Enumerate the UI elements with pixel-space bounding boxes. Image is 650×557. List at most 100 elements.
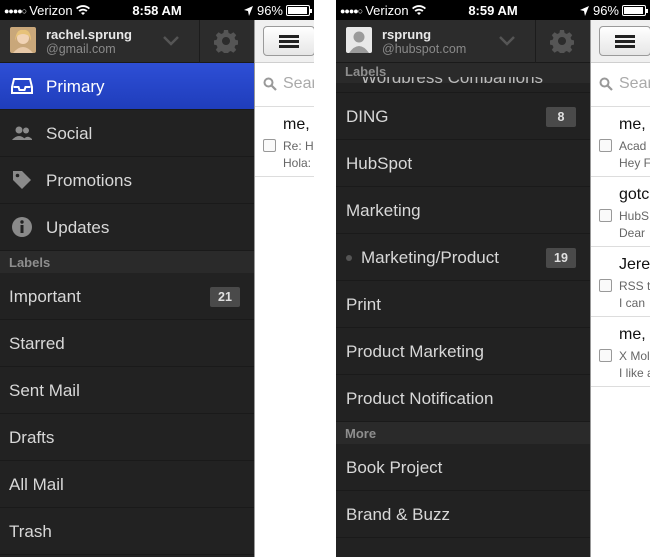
- label-item-marketing-product[interactable]: Marketing/Product 19: [336, 234, 590, 281]
- label-name: Marketing: [346, 201, 421, 220]
- battery-icon: [622, 5, 648, 16]
- labels-section-header-wrap: Wordpress Companions Labels: [336, 63, 590, 83]
- menu-item-updates[interactable]: Updates: [0, 204, 254, 251]
- menu-item-label: Social: [46, 124, 93, 143]
- search-placeholder: Sear: [619, 75, 650, 92]
- message-snippet: Dear: [619, 226, 646, 240]
- gear-icon: [214, 30, 238, 53]
- message-sender: me,: [619, 116, 646, 133]
- menu-item-label: Promotions: [46, 171, 132, 190]
- label-item-brand-buzz[interactable]: Brand & Buzz: [336, 491, 590, 538]
- battery-percent: 96%: [256, 3, 283, 18]
- more-section-header: More: [336, 422, 590, 444]
- message-checkbox[interactable]: [263, 139, 276, 152]
- label-item-all-mail[interactable]: All Mail: [0, 461, 254, 508]
- label-item-product-notification[interactable]: Product Notification: [336, 375, 590, 422]
- unread-count-badge: 8: [546, 107, 576, 127]
- message-row[interactable]: me, Re: H Hola:: [255, 107, 314, 177]
- message-snippet: I can: [619, 296, 646, 310]
- labels-section-header: Labels: [0, 251, 254, 273]
- label-item-marketing[interactable]: Marketing: [336, 187, 590, 234]
- message-subject: Acad: [619, 139, 647, 153]
- message-snippet: I like a: [619, 366, 650, 380]
- label-item-drafts[interactable]: Drafts: [0, 414, 254, 461]
- message-checkbox[interactable]: [599, 279, 612, 292]
- search-placeholder: Sear: [283, 75, 314, 92]
- message-subject: X Mol: [619, 349, 650, 363]
- label-name: Starred: [9, 334, 65, 353]
- label-item-product-marketing[interactable]: Product Marketing: [336, 328, 590, 375]
- message-sender: Jere: [619, 256, 650, 273]
- label-item-starred[interactable]: Starred: [0, 320, 254, 367]
- message-checkbox[interactable]: [599, 209, 612, 222]
- message-checkbox[interactable]: [599, 139, 612, 152]
- status-bar: ●●●●○ Verizon 8:59 AM 96%: [336, 0, 650, 20]
- unread-count-badge: 21: [210, 287, 240, 307]
- avatar: [346, 27, 372, 53]
- avatar: [10, 27, 36, 53]
- hamburger-icon-bar: [279, 40, 299, 43]
- left-phone-screen: ●●●●○ Verizon 8:58 AM 96% rachel.sprung @…: [0, 0, 314, 557]
- label-name: HubSpot: [346, 154, 413, 173]
- label-item-sent-mail[interactable]: Sent Mail: [0, 367, 254, 414]
- inbox-toolbar: [255, 20, 314, 63]
- label-item-ding[interactable]: DING 8: [336, 93, 590, 140]
- account-email: @hubspot.com: [382, 42, 467, 56]
- account-switcher[interactable]: rachel.sprung @gmail.com: [0, 20, 254, 63]
- label-name: Marketing/Product: [361, 248, 499, 267]
- menu-button[interactable]: [263, 26, 314, 56]
- settings-button[interactable]: [535, 20, 590, 63]
- labels-section-header: Labels: [336, 63, 590, 79]
- search-input[interactable]: Sear: [255, 63, 314, 107]
- label-item-print[interactable]: Print: [336, 281, 590, 328]
- label-item-important[interactable]: Important 21: [0, 273, 254, 320]
- status-bar: ●●●●○ Verizon 8:58 AM 96%: [0, 0, 314, 20]
- message-row[interactable]: Jere RSS t I can: [591, 247, 650, 317]
- label-name: Book Project: [346, 458, 443, 477]
- hamburger-icon-bar: [279, 45, 299, 48]
- message-checkbox[interactable]: [599, 349, 612, 362]
- message-subject: HubS: [619, 209, 650, 223]
- label-name: Print: [346, 295, 381, 314]
- search-icon: [263, 77, 277, 91]
- menu-item-promotions[interactable]: Promotions: [0, 157, 254, 204]
- message-row[interactable]: me, X Mol I like a: [591, 317, 650, 387]
- divider: [336, 83, 590, 93]
- inbox-toolbar: [591, 20, 650, 63]
- label-name: Product Notification: [346, 389, 494, 408]
- inbox-peek-panel[interactable]: Sear me, Re: H Hola:: [254, 20, 314, 557]
- battery-percent: 96%: [592, 3, 619, 18]
- message-sender: gotc: [619, 186, 650, 203]
- message-sender: me,: [619, 326, 646, 343]
- label-name: Brand & Buzz: [346, 505, 450, 524]
- menu-item-primary[interactable]: Primary: [0, 63, 254, 110]
- label-item-trash[interactable]: Trash: [0, 508, 254, 555]
- location-arrow-icon: [579, 6, 589, 16]
- menu-item-social[interactable]: Social: [0, 110, 254, 157]
- account-name: rachel.sprung: [46, 27, 132, 42]
- hamburger-icon-bar: [615, 40, 635, 43]
- inbox-peek-panel[interactable]: Sear me, Acad Hey F gotc HubS Dear Jere …: [590, 20, 650, 557]
- navigation-drawer: rachel.sprung @gmail.com Primary Social …: [0, 20, 254, 557]
- settings-button[interactable]: [199, 20, 254, 63]
- menu-button[interactable]: [599, 26, 650, 56]
- hamburger-icon-bar: [615, 45, 635, 48]
- label-item-hubspot[interactable]: HubSpot: [336, 140, 590, 187]
- chevron-down-icon[interactable]: [498, 33, 516, 47]
- message-row[interactable]: gotc HubS Dear: [591, 177, 650, 247]
- label-item-book-project[interactable]: Book Project: [336, 444, 590, 491]
- message-sender: me,: [283, 116, 310, 133]
- message-subject: Re: H: [283, 139, 314, 153]
- message-row[interactable]: me, Acad Hey F: [591, 107, 650, 177]
- people-icon: [12, 126, 32, 140]
- menu-item-label: Updates: [46, 218, 110, 237]
- label-name: Sent Mail: [9, 381, 80, 400]
- chevron-down-icon[interactable]: [162, 33, 180, 47]
- menu-item-label: Primary: [46, 77, 105, 96]
- account-switcher[interactable]: rsprung @hubspot.com: [336, 20, 590, 63]
- navigation-drawer: rsprung @hubspot.com Wordpress Companion…: [336, 20, 590, 557]
- search-input[interactable]: Sear: [591, 63, 650, 107]
- hamburger-icon: [279, 35, 299, 38]
- label-name: Important: [9, 287, 81, 306]
- message-snippet: Hola:: [283, 156, 312, 170]
